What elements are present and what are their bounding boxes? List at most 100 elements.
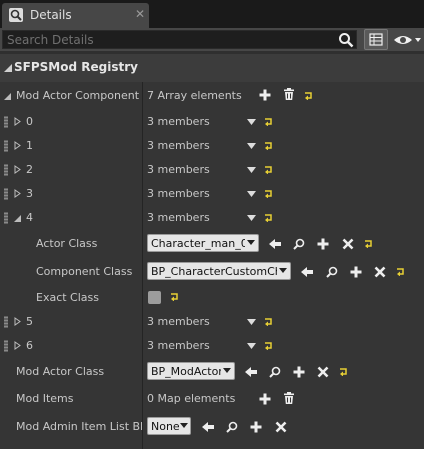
element-members: 3 members <box>147 339 210 352</box>
element-index: 3 <box>26 187 33 200</box>
tab-details[interactable]: Details ✕ <box>2 3 149 28</box>
use-selected-icon[interactable] <box>202 421 214 433</box>
search-icon[interactable] <box>338 32 354 48</box>
category-title: SFPSMod Registry <box>14 60 138 74</box>
dropdown-arrow-icon[interactable] <box>247 215 256 221</box>
browse-icon[interactable] <box>226 421 238 433</box>
element-index: 5 <box>26 315 33 328</box>
add-icon[interactable] <box>317 238 329 250</box>
details-icon <box>9 8 23 22</box>
reset-icon[interactable] <box>265 118 273 126</box>
clear-icon[interactable] <box>374 266 386 278</box>
drag-handle-icon[interactable] <box>4 140 8 152</box>
element-index: 4 <box>26 211 33 224</box>
mod-admin-item-list-row: Mod Admin Item List BP None <box>0 416 424 438</box>
dropdown-arrow-icon <box>279 268 287 273</box>
expand-arrow-icon[interactable] <box>14 341 21 350</box>
drag-handle-icon[interactable] <box>4 188 8 200</box>
reset-icon[interactable] <box>305 92 313 100</box>
array-element-row: 5 3 members <box>0 312 424 332</box>
element-members: 3 members <box>147 315 210 328</box>
trash-icon[interactable] <box>283 392 295 404</box>
component-class-value: BP_CharacterCustomChe <box>151 265 277 278</box>
exact-class-label: Exact Class <box>36 291 99 304</box>
exact-class-row: Exact Class <box>0 288 424 308</box>
collapse-arrow-icon[interactable] <box>14 215 21 222</box>
use-selected-icon[interactable] <box>301 266 313 278</box>
array-element-row-expanded: 4 3 members <box>0 208 424 228</box>
reset-icon[interactable] <box>265 142 273 150</box>
reset-icon[interactable] <box>340 368 348 376</box>
element-members: 3 members <box>147 211 210 224</box>
array-count: 7 Array elements <box>147 89 242 102</box>
collapse-arrow-icon[interactable] <box>4 93 11 100</box>
dropdown-arrow-icon <box>180 423 188 428</box>
use-selected-icon[interactable] <box>269 238 281 250</box>
element-members: 3 members <box>147 187 210 200</box>
dropdown-arrow-icon[interactable] <box>247 119 256 125</box>
search-box <box>2 30 357 49</box>
category-header[interactable]: SFPSMod Registry <box>0 54 424 82</box>
actor-class-combo[interactable]: Character_man_01 <box>147 234 259 252</box>
browse-icon[interactable] <box>293 238 305 250</box>
actor-class-value: Character_man_01 <box>151 237 245 250</box>
add-icon[interactable] <box>293 366 305 378</box>
dropdown-arrow-icon[interactable] <box>247 167 256 173</box>
expand-arrow-icon[interactable] <box>14 141 21 150</box>
reset-icon[interactable] <box>397 268 405 276</box>
search-input[interactable] <box>7 32 327 47</box>
reset-icon[interactable] <box>265 214 273 222</box>
expand-arrow-icon[interactable] <box>14 117 21 126</box>
mod-admin-item-list-combo[interactable]: None <box>147 417 191 435</box>
reset-icon[interactable] <box>265 190 273 198</box>
add-icon[interactable] <box>350 266 362 278</box>
use-selected-icon[interactable] <box>245 366 257 378</box>
dropdown-arrow-icon[interactable] <box>247 191 256 197</box>
drag-handle-icon[interactable] <box>4 212 8 224</box>
reset-icon[interactable] <box>365 240 373 248</box>
drag-handle-icon[interactable] <box>4 340 8 352</box>
component-class-combo[interactable]: BP_CharacterCustomChe <box>147 262 291 280</box>
drag-handle-icon[interactable] <box>4 164 8 176</box>
drag-handle-icon[interactable] <box>4 316 8 328</box>
browse-icon[interactable] <box>326 266 338 278</box>
dropdown-arrow-icon[interactable] <box>247 343 256 349</box>
add-icon[interactable] <box>250 421 262 433</box>
mod-items-row: Mod Items 0 Map elements <box>0 389 424 409</box>
clear-icon[interactable] <box>317 366 329 378</box>
dropdown-arrow-icon[interactable] <box>247 319 256 325</box>
eye-icon[interactable] <box>393 32 423 48</box>
trash-icon[interactable] <box>283 88 295 100</box>
mod-actor-class-combo[interactable]: BP_ModActor <box>147 362 235 380</box>
exact-class-checkbox[interactable] <box>148 291 161 304</box>
reset-icon[interactable] <box>171 293 179 301</box>
expand-arrow-icon[interactable] <box>14 189 21 198</box>
property-matrix-button[interactable] <box>364 29 388 50</box>
search-row <box>0 28 424 51</box>
add-icon[interactable] <box>259 89 271 101</box>
expand-arrow-icon[interactable] <box>14 317 21 326</box>
actor-class-row: Actor Class Character_man_01 <box>0 233 424 255</box>
clear-icon[interactable] <box>275 421 287 433</box>
reset-icon[interactable] <box>265 166 273 174</box>
browse-icon[interactable] <box>269 366 281 378</box>
dropdown-arrow-icon <box>247 240 255 245</box>
reset-icon[interactable] <box>265 318 273 326</box>
component-class-row: Component Class BP_CharacterCustomChe <box>0 261 424 283</box>
clear-icon[interactable] <box>342 238 354 250</box>
mod-actor-component-map-row: Mod Actor Component Ma 7 Array elements <box>0 86 424 106</box>
drag-handle-icon[interactable] <box>4 116 8 128</box>
array-element-row: 3 3 members <box>0 184 424 204</box>
element-members: 3 members <box>147 139 210 152</box>
dropdown-arrow-icon[interactable] <box>247 143 256 149</box>
add-icon[interactable] <box>259 393 271 405</box>
expand-arrow-icon[interactable] <box>14 165 21 174</box>
component-class-label: Component Class <box>36 265 133 278</box>
close-icon[interactable]: ✕ <box>135 7 145 21</box>
array-element-row: 6 3 members <box>0 336 424 356</box>
array-element-row: 1 3 members <box>0 136 424 156</box>
mod-items-label: Mod Items <box>16 392 74 405</box>
element-index: 6 <box>26 339 33 352</box>
reset-icon[interactable] <box>265 342 273 350</box>
array-element-row: 0 3 members <box>0 112 424 132</box>
